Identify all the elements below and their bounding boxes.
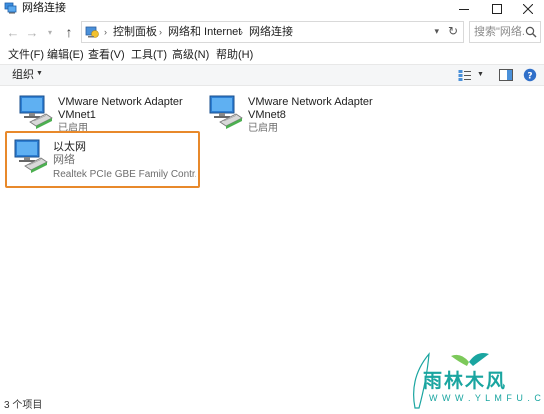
network-adapter-icon	[19, 95, 53, 129]
adapter-name: VMware Network Adapter	[58, 96, 183, 108]
breadcrumb-network-internet[interactable]: 网络和 Internet	[168, 25, 241, 39]
menu-view[interactable]: 查看(V)	[88, 48, 125, 62]
network-connections-icon	[4, 2, 17, 14]
breadcrumb-separator: ›	[104, 27, 107, 37]
search-input[interactable]: 搜索"网络...	[469, 21, 541, 43]
title-bar: 网络连接	[0, 0, 544, 17]
adapter-subname: 网络	[53, 154, 75, 166]
refresh-icon[interactable]: ↻	[448, 24, 458, 38]
up-button[interactable]: ↑	[60, 22, 78, 42]
watermark-logo: 雨林木风 W W W . Y L M F U . C O M	[407, 348, 544, 414]
menu-bar: 文件(F) 编辑(E) 查看(V) 工具(T) 高级(N) 帮助(H)	[0, 46, 544, 64]
adapter-status: 已启用	[248, 123, 278, 134]
adapter-ethernet[interactable]: 以太网 网络 Realtek PCIe GBE Family Contr...	[5, 131, 200, 188]
chevron-down-icon[interactable]: ▼	[36, 70, 43, 77]
forward-button[interactable]: →	[23, 22, 41, 42]
search-icon[interactable]	[525, 26, 537, 38]
breadcrumb-network-connections[interactable]: 网络连接	[249, 25, 293, 39]
maximize-button[interactable]	[481, 0, 513, 17]
close-icon	[523, 3, 533, 14]
adapter-name: VMware Network Adapter	[248, 96, 373, 108]
arrow-left-icon: ←	[6, 24, 20, 40]
minimize-button[interactable]	[448, 0, 480, 17]
adapter-name: 以太网	[53, 141, 86, 153]
adapter-subname: VMnet8	[248, 109, 286, 121]
help-icon[interactable]: ?	[523, 68, 537, 82]
address-dropdown-icon[interactable]: ▾	[434, 26, 439, 37]
network-adapter-icon	[14, 139, 48, 173]
svg-text:?: ?	[527, 72, 532, 82]
menu-tools[interactable]: 工具(T)	[131, 48, 167, 62]
menu-edit[interactable]: 编辑(E)	[47, 48, 84, 62]
minimize-icon	[459, 8, 469, 10]
breadcrumb-separator: ›	[159, 27, 162, 37]
close-button[interactable]	[512, 0, 544, 17]
adapter-vmnet8[interactable]: VMware Network Adapter VMnet8 已启用	[200, 90, 390, 145]
menu-help[interactable]: 帮助(H)	[216, 48, 253, 62]
watermark-text: 雨林木风	[423, 370, 508, 392]
address-row: ← → ▾ ↑ › 控制面板 › 网络和 Internet › 网络连接 ▾ ↻…	[0, 20, 544, 44]
view-options-dropdown-icon[interactable]: ▼	[477, 71, 484, 78]
menu-file[interactable]: 文件(F)	[8, 48, 44, 62]
chevron-down-icon: ▾	[47, 27, 52, 37]
watermark-url: W W W . Y L M F U . C O M	[429, 393, 544, 403]
arrow-up-icon: ↑	[65, 24, 73, 40]
command-bar: 组织 ▼ ▼ ?	[0, 64, 544, 86]
breadcrumb-control-panel[interactable]: 控制面板	[113, 25, 157, 39]
maximize-icon	[492, 3, 502, 14]
back-button[interactable]: ←	[4, 22, 22, 42]
change-view-icon[interactable]	[458, 69, 472, 81]
recent-locations-button[interactable]: ▾	[41, 22, 59, 42]
menu-advanced[interactable]: 高级(N)	[172, 48, 209, 62]
adapter-subname: VMnet1	[58, 109, 96, 121]
control-panel-icon	[85, 26, 99, 38]
organize-button[interactable]: 组织	[12, 68, 34, 82]
search-placeholder: 搜索"网络...	[474, 26, 526, 38]
network-adapter-icon	[209, 95, 243, 129]
arrow-right-icon: →	[25, 24, 39, 40]
breadcrumb-separator: ›	[240, 27, 243, 37]
preview-pane-icon[interactable]	[499, 69, 513, 81]
window-title: 网络连接	[22, 2, 66, 14]
item-count: 3 个项目	[4, 400, 43, 411]
address-bar[interactable]: › 控制面板 › 网络和 Internet › 网络连接 ▾ ↻	[81, 21, 464, 43]
adapter-status: Realtek PCIe GBE Family Contr...	[53, 169, 196, 180]
